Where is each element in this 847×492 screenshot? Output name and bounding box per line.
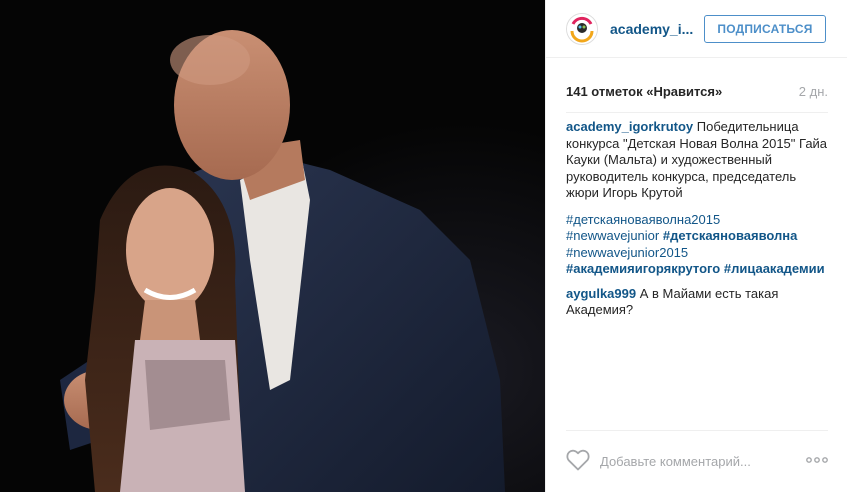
username-link[interactable]: academy_i... — [610, 21, 693, 37]
photo-image — [0, 0, 545, 492]
hashtag-link[interactable]: #академияигорякрутого — [566, 261, 720, 276]
post-header: academy_i... ПОДПИСАТЬСЯ — [546, 0, 847, 58]
likes-row: 141 отметок «Нравится» 2 дн. — [566, 84, 828, 104]
heart-icon[interactable] — [566, 449, 590, 471]
caption: academy_igorkrutoy Победительница конкур… — [566, 119, 828, 278]
comment-item: aygulka999 А в Майами есть такая Академи… — [566, 286, 828, 319]
post-photo[interactable] — [0, 0, 545, 492]
post-age[interactable]: 2 дн. — [799, 84, 828, 99]
hashtag-link[interactable]: #newwavejunior — [566, 228, 659, 243]
caption-username[interactable]: academy_igorkrutoy — [566, 119, 693, 134]
academy-logo-icon — [567, 14, 597, 44]
comments-section: academy_igorkrutoy Победительница конкур… — [566, 112, 828, 327]
avatar[interactable] — [566, 13, 598, 45]
comment-input[interactable] — [600, 451, 790, 471]
instagram-post-view: academy_i... ПОДПИСАТЬСЯ 141 отметок «Нр… — [0, 0, 847, 492]
caption-hashtags: #детскаяноваяволна2015 #newwavejunior #д… — [566, 212, 828, 278]
hashtag-link[interactable]: #детскаяноваяволна — [663, 228, 798, 243]
hashtag-link[interactable]: #newwavejunior2015 — [566, 245, 688, 260]
likes-count[interactable]: 141 отметок «Нравится» — [566, 84, 722, 99]
hashtag-link[interactable]: #детскаяноваяволна2015 — [566, 212, 720, 227]
follow-button[interactable]: ПОДПИСАТЬСЯ — [704, 15, 826, 43]
post-actions — [566, 430, 828, 492]
post-sidebar: academy_i... ПОДПИСАТЬСЯ 141 отметок «Нр… — [545, 0, 847, 492]
hashtag-link[interactable]: #лицаакадемии — [724, 261, 825, 276]
more-dots-icon[interactable] — [806, 455, 828, 465]
comment-username[interactable]: aygulka999 — [566, 286, 636, 301]
